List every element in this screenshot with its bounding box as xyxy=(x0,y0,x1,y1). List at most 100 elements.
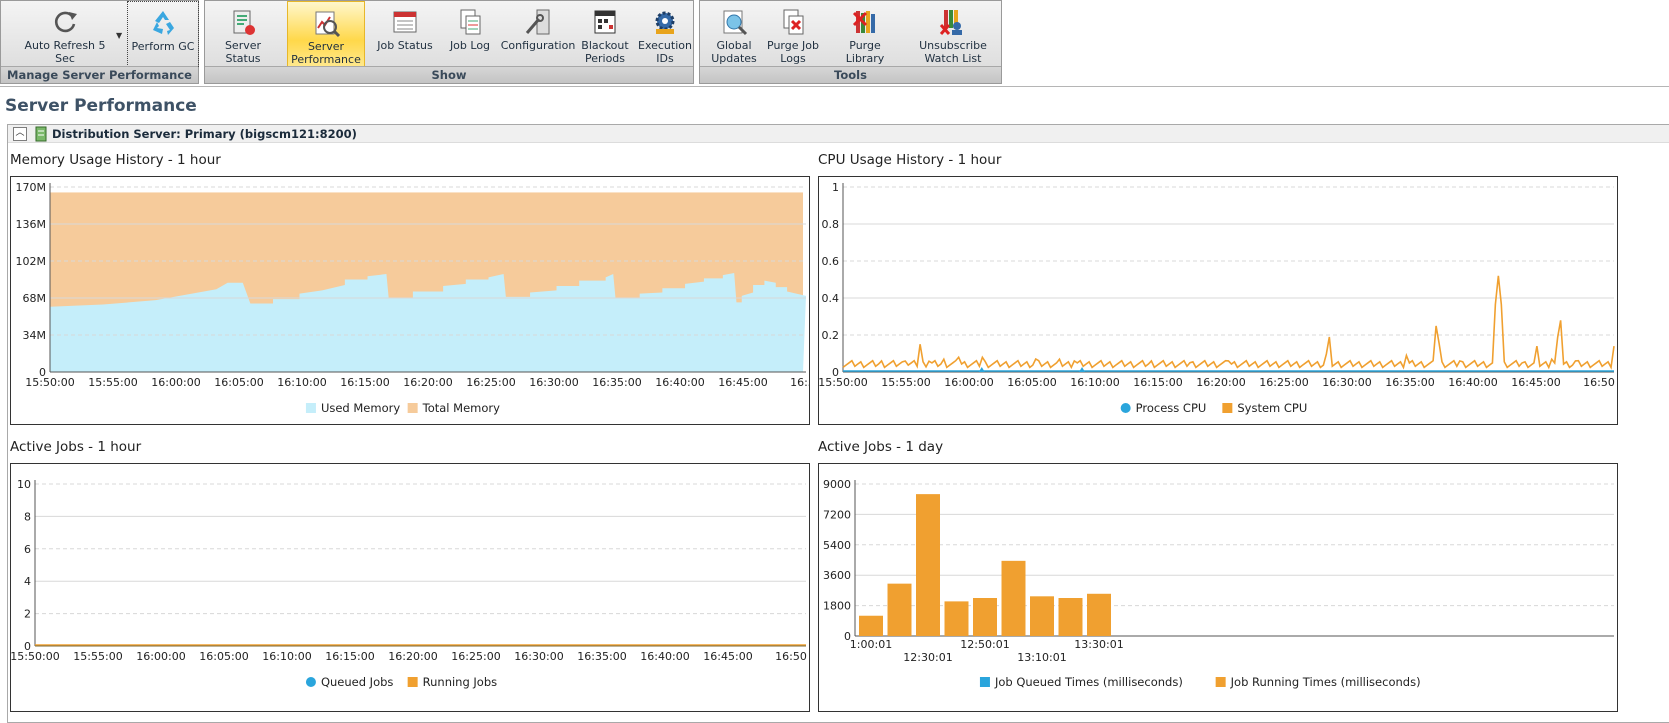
y-tick-label: 1800 xyxy=(823,600,851,613)
legend-label: Job Running Times (milliseconds) xyxy=(1230,675,1421,689)
legend-label: Job Queued Times (milliseconds) xyxy=(994,675,1183,689)
legend-label: System CPU xyxy=(1237,401,1307,415)
unsubscribe-label-1: Unsubscribe xyxy=(919,39,987,52)
legend-marker xyxy=(407,677,418,687)
calendar-icon xyxy=(594,10,616,34)
x-tick-label: 15:50:00 xyxy=(11,650,60,663)
group-show: Server Status Server Performance Job Sta… xyxy=(204,0,694,84)
job-log-label: Job Log xyxy=(449,39,491,52)
server-performance-label-2: Performance xyxy=(291,53,361,66)
memory-chart-svg: 034M68M102M136M170M15:50:00 15:55:00 16:00… xyxy=(16,181,810,415)
legend-marker xyxy=(305,403,316,413)
x-tick-label: 13:10:01 xyxy=(1017,651,1066,664)
purge-library-button[interactable]: Purge Library xyxy=(827,1,903,67)
purge-job-logs-button[interactable]: Purge Job Logs xyxy=(762,1,824,67)
job-status-label: Job Status xyxy=(377,39,433,52)
x-tick-label: 16:45:00 xyxy=(1511,376,1560,389)
server-status-button[interactable]: Server Status xyxy=(209,1,277,67)
global-updates-label-1: Global xyxy=(716,39,752,52)
x-tick-label: 16:15:00 xyxy=(325,650,374,663)
legend-label: Total Memory xyxy=(422,401,500,415)
server-performance-label-1: Server xyxy=(307,40,345,53)
running-time-bar xyxy=(859,615,883,636)
cpu-chart-title: CPU Usage History - 1 hour xyxy=(818,152,1002,168)
collapse-icon[interactable]: ︿ xyxy=(13,127,27,141)
process-cpu-point xyxy=(1079,367,1086,372)
global-updates-button[interactable]: Global Updates xyxy=(704,1,764,67)
unsubscribe-watch-list-button[interactable]: Unsubscribe Watch List Users xyxy=(906,1,1000,78)
execution-ids-label-1: Execution xyxy=(638,39,692,52)
x-tick-label: 16:45:00 xyxy=(718,376,767,389)
execution-gear-icon xyxy=(655,11,675,34)
y-tick-label: 4 xyxy=(24,575,31,588)
x-tick-label: 15:50:00 xyxy=(819,376,868,389)
auto-refresh-button[interactable]: Auto Refresh 5 Sec xyxy=(11,1,119,67)
y-tick-label: 1 xyxy=(832,181,839,194)
legend-label: Used Memory xyxy=(321,401,400,415)
perform-gc-button[interactable]: Perform GC xyxy=(127,1,199,67)
global-updates-label-2: Updates xyxy=(711,52,757,65)
y-tick-label: 0.8 xyxy=(822,218,840,231)
x-tick-label: 16:25:00 xyxy=(451,650,500,663)
cpu-chart-svg: 00.20.40.60.8115:50:00 15:55:00 16:00:00 16… xyxy=(819,181,1615,415)
x-tick-label: 16:15:00 xyxy=(1133,376,1182,389)
x-tick-label: 16:25:00 xyxy=(1259,376,1308,389)
legend-marker xyxy=(979,677,990,687)
legend-marker xyxy=(305,677,316,687)
purge-library-icon xyxy=(852,11,875,33)
system-cpu-line xyxy=(842,275,1615,370)
legend-marker xyxy=(407,403,418,413)
x-tick-label: 16:00:00 xyxy=(944,376,993,389)
server-icon xyxy=(35,126,47,142)
y-tick-label: 7200 xyxy=(823,508,851,521)
auto-refresh-dropdown-arrow[interactable]: ▼ xyxy=(116,31,122,40)
purge-job-logs-icon xyxy=(783,9,804,35)
jobs-hour-chart-svg: 024681015:50:00 15:55:00 16:00:00 16:05:00 1… xyxy=(11,478,807,689)
configuration-label: Configuration xyxy=(500,39,576,52)
x-tick-label: 13:30:01 xyxy=(1074,638,1123,651)
y-tick-label: 68M xyxy=(23,292,47,305)
blackout-periods-button[interactable]: Blackout Periods xyxy=(573,1,637,67)
y-tick-label: 2 xyxy=(24,608,31,621)
y-tick-label: 10 xyxy=(17,478,31,491)
group-label-tools: Tools xyxy=(700,66,1001,83)
x-tick-label: 1:00:01 xyxy=(850,638,892,651)
y-tick-label: 3600 xyxy=(823,569,851,582)
running-time-bar xyxy=(916,494,940,636)
server-performance-button[interactable]: Server Performance xyxy=(287,1,365,67)
group-label-manage: Manage Server Performance xyxy=(1,66,198,83)
y-tick-label: 9000 xyxy=(823,478,851,491)
x-tick-label: 16:50 xyxy=(790,376,809,389)
x-tick-label: 15:55:00 xyxy=(88,376,137,389)
running-time-bar xyxy=(1001,560,1026,636)
x-tick-label: 16:00:00 xyxy=(136,650,185,663)
ribbon-toolbar: Auto Refresh 5 Sec ▼ Perform GC Manage S… xyxy=(0,0,1669,84)
running-time-bar xyxy=(973,598,997,636)
memory-chart-title: Memory Usage History - 1 hour xyxy=(10,152,221,168)
x-tick-label: 16:20:00 xyxy=(403,376,452,389)
x-tick-label: 16:40:00 xyxy=(1448,376,1497,389)
x-tick-label: 16:25:00 xyxy=(466,376,515,389)
x-tick-label: 16:45:00 xyxy=(703,650,752,663)
legend-label: Process CPU xyxy=(1136,401,1207,415)
server-status-icon xyxy=(233,10,255,35)
job-status-button[interactable]: Job Status xyxy=(373,1,437,67)
x-tick-label: 16:30:00 xyxy=(1322,376,1371,389)
x-tick-label: 16:05:00 xyxy=(214,376,263,389)
y-tick-label: 8 xyxy=(24,510,31,523)
perform-gc-label: Perform GC xyxy=(131,40,195,53)
jobs-hour-chart-title: Active Jobs - 1 hour xyxy=(10,439,142,455)
server-title: Distribution Server: Primary (bigscm121:… xyxy=(52,127,357,141)
job-log-button[interactable]: Job Log xyxy=(441,1,499,67)
legend-marker xyxy=(1215,677,1226,687)
x-tick-label: 16:00:00 xyxy=(151,376,200,389)
execution-ids-label-2: IDs xyxy=(656,52,674,65)
x-tick-label: 16:05:00 xyxy=(1007,376,1056,389)
jobs-day-chart: 0 1800 3600 5400 7200 9000 1:00:01 12:30:01 12:5… xyxy=(818,463,1618,712)
y-tick-label: 136M xyxy=(16,218,47,231)
ribbon-divider xyxy=(0,86,1669,87)
configuration-button[interactable]: Configuration xyxy=(495,1,581,67)
group-tools: Global Updates Purge Job Logs Purge Libr… xyxy=(699,0,1002,84)
x-tick-label: 16:35:00 xyxy=(1385,376,1434,389)
execution-ids-button[interactable]: Execution IDs xyxy=(635,1,695,67)
